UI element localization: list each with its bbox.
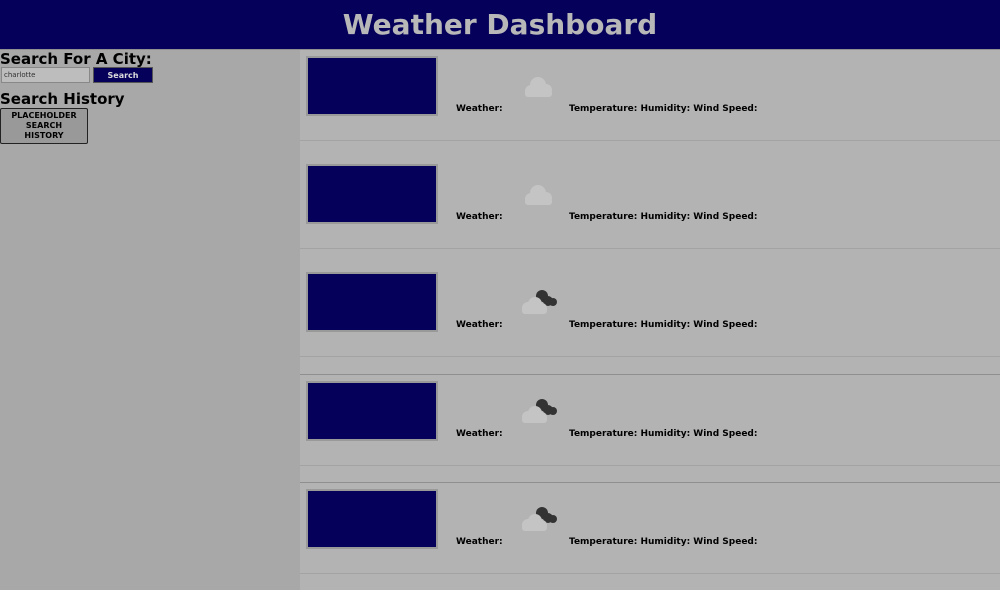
light-cloud-icon: [525, 185, 552, 205]
forecast-date-box: [306, 381, 438, 441]
weather-label: Weather:: [456, 537, 503, 547]
weather-label: Weather:: [456, 104, 503, 114]
page-header: Weather Dashboard: [0, 0, 1000, 50]
page-title: Weather Dashboard: [342, 7, 658, 41]
forecast-date-box: [306, 56, 438, 116]
search-button[interactable]: Search: [93, 67, 153, 83]
weather-stats-label: Temperature: Humidity: Wind Speed:: [569, 104, 758, 114]
weather-label: Weather:: [456, 320, 503, 330]
search-heading: Search For A City:: [0, 50, 152, 68]
weather-label: Weather:: [456, 212, 503, 222]
forecast-card: Weather: Temperature: Humidity: Wind Spe…: [300, 50, 1000, 141]
sidebar: Search For A City: Search Search History…: [0, 50, 300, 590]
broken-clouds-icon: [522, 507, 557, 531]
weather-label: Weather:: [456, 429, 503, 439]
forecast-list: Weather: Temperature: Humidity: Wind Spe…: [300, 50, 1000, 590]
broken-clouds-icon: [522, 399, 557, 423]
weather-stats-label: Temperature: Humidity: Wind Speed:: [569, 537, 758, 547]
weather-stats-label: Temperature: Humidity: Wind Speed:: [569, 212, 758, 222]
forecast-date-box: [306, 164, 438, 224]
forecast-card: Weather: Temperature: Humidity: Wind Spe…: [300, 482, 1000, 574]
forecast-date-box: [306, 489, 438, 549]
search-history-heading: Search History: [0, 90, 125, 108]
weather-stats-label: Temperature: Humidity: Wind Speed:: [569, 320, 758, 330]
light-cloud-icon: [525, 77, 552, 97]
broken-clouds-icon: [522, 290, 557, 314]
forecast-card: Weather: Temperature: Humidity: Wind Spe…: [300, 158, 1000, 249]
weather-stats-label: Temperature: Humidity: Wind Speed:: [569, 429, 758, 439]
forecast-card: Weather: Temperature: Humidity: Wind Spe…: [300, 266, 1000, 357]
forecast-card: Weather: Temperature: Humidity: Wind Spe…: [300, 374, 1000, 466]
city-search-input[interactable]: [1, 67, 90, 83]
search-history-item[interactable]: PLACEHOLDER SEARCH HISTORY: [0, 108, 88, 144]
forecast-date-box: [306, 272, 438, 332]
